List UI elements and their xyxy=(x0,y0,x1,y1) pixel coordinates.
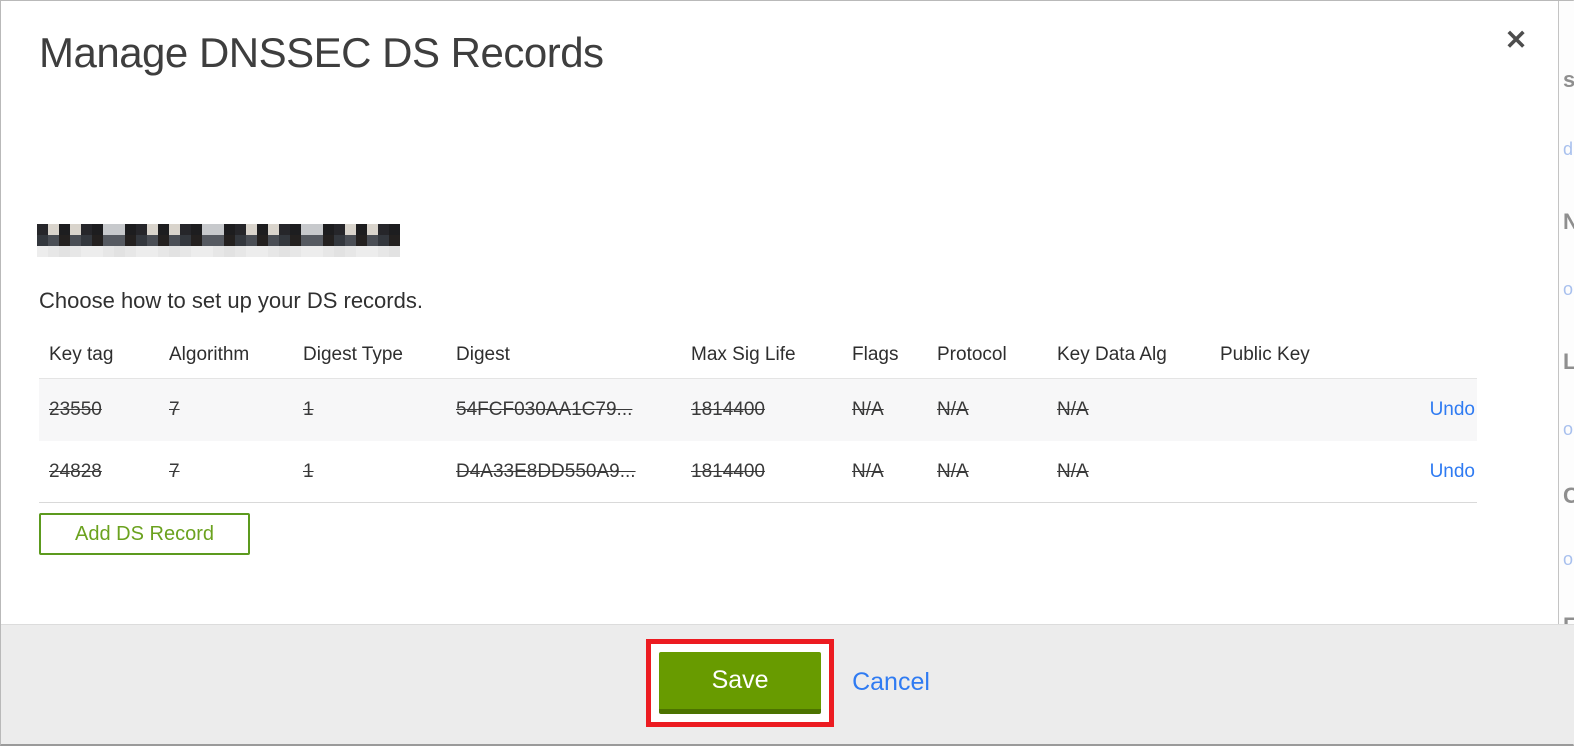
cell-flags: N/A xyxy=(852,399,884,420)
table-row: 23550 7 1 54FCF030AA1C79... 1814400 N/A … xyxy=(39,379,1477,441)
cell-digest-type: 1 xyxy=(303,399,314,420)
add-ds-record-button[interactable]: Add DS Record xyxy=(39,513,250,555)
modal-footer: Save Cancel xyxy=(1,624,1574,744)
ds-records-table: Key tag Algorithm Digest Type Digest Max… xyxy=(39,331,1477,503)
undo-link[interactable]: Undo xyxy=(1430,461,1475,482)
cell-protocol: N/A xyxy=(937,399,969,420)
cell-algorithm: 7 xyxy=(169,399,180,420)
cell-max-sig-life: 1814400 xyxy=(691,460,765,482)
background-text-fragment: C xyxy=(1563,483,1574,509)
column-header-algorithm: Algorithm xyxy=(169,343,250,365)
background-text-fragment: N xyxy=(1563,209,1574,235)
column-header-key-tag: Key tag xyxy=(49,343,114,365)
background-text-fragment: s xyxy=(1563,67,1574,93)
cell-flags: N/A xyxy=(852,460,884,482)
redacted-domain-name xyxy=(37,224,402,265)
background-text-fragment: L xyxy=(1563,349,1574,375)
red-annotation-box: Save xyxy=(646,638,835,727)
cell-max-sig-life: 1814400 xyxy=(691,399,765,420)
column-header-public-key: Public Key xyxy=(1220,343,1310,365)
cell-digest: D4A33E8DD550A9... xyxy=(456,460,636,482)
browser-viewport: Manage DNSSEC DS Records ✕ Choose how to… xyxy=(0,0,1574,746)
column-header-digest: Digest xyxy=(456,343,510,365)
background-text-fragment: o xyxy=(1563,419,1574,439)
cell-digest: 54FCF030AA1C79... xyxy=(456,399,633,420)
column-header-flags: Flags xyxy=(852,343,899,365)
column-header-max-sig-life: Max Sig Life xyxy=(691,343,796,365)
undo-link[interactable]: Undo xyxy=(1430,399,1475,420)
background-page-strip: sdNoLoCoEP xyxy=(1558,1,1574,624)
cell-protocol: N/A xyxy=(937,460,969,482)
table-row: 24828 7 1 D4A33E8DD550A9... 1814400 N/A … xyxy=(39,441,1477,503)
column-header-key-data-alg: Key Data Alg xyxy=(1057,343,1167,365)
cell-key-tag: 23550 xyxy=(49,399,102,420)
background-text-fragment: o xyxy=(1563,549,1574,569)
background-text-fragment: d xyxy=(1563,139,1574,159)
column-header-digest-type: Digest Type xyxy=(303,343,403,365)
column-header-protocol: Protocol xyxy=(937,343,1007,365)
close-icon[interactable]: ✕ xyxy=(1499,23,1533,57)
background-text-fragment: o xyxy=(1563,279,1574,299)
modal-title: Manage DNSSEC DS Records xyxy=(39,29,604,76)
cell-key-data-alg: N/A xyxy=(1057,399,1089,420)
save-button[interactable]: Save xyxy=(659,651,822,714)
cell-digest-type: 1 xyxy=(303,460,314,482)
instruction-text: Choose how to set up your DS records. xyxy=(39,288,423,313)
background-text-fragment: E xyxy=(1563,613,1574,624)
cell-algorithm: 7 xyxy=(169,460,180,482)
cell-key-tag: 24828 xyxy=(49,460,102,482)
cell-key-data-alg: N/A xyxy=(1057,460,1089,482)
table-header-row: Key tag Algorithm Digest Type Digest Max… xyxy=(39,331,1477,379)
cancel-link[interactable]: Cancel xyxy=(852,668,930,697)
